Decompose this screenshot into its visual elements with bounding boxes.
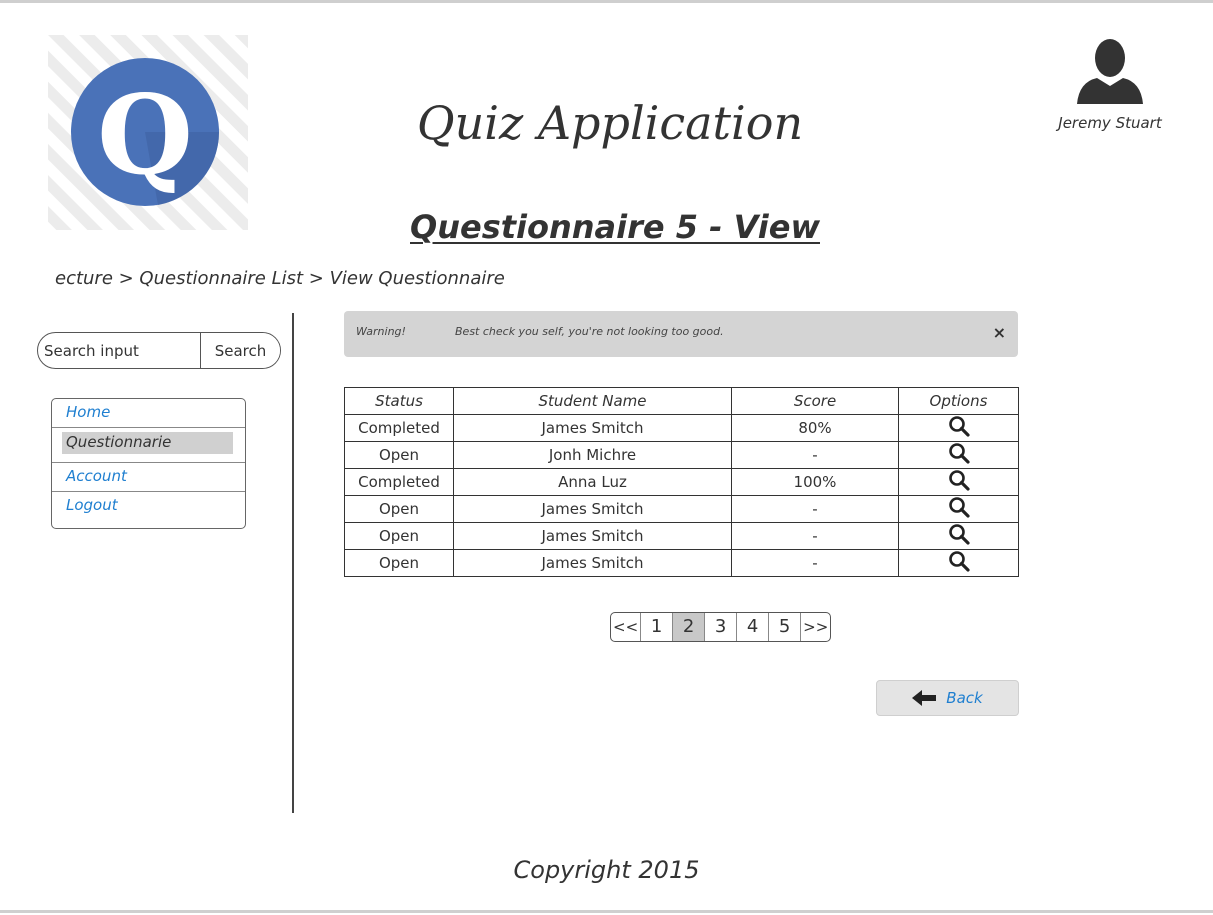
page-title: Questionnaire 5 - View	[410, 208, 820, 246]
search-icon[interactable]	[948, 415, 970, 441]
page-button-4[interactable]: 4	[737, 613, 770, 641]
cell-score: 80%	[731, 414, 899, 442]
cell-status: Completed	[344, 414, 454, 442]
nav-item-account[interactable]: Account	[52, 463, 245, 492]
cell-options	[898, 522, 1019, 550]
copyright: Copyright 2015	[513, 856, 700, 884]
page-button-5[interactable]: 5	[769, 613, 802, 641]
table-row: Completed James Smitch 80%	[344, 414, 1019, 442]
cell-student-name: James Smitch	[453, 414, 732, 442]
page-button-3[interactable]: 3	[705, 613, 738, 641]
app-logo: Q	[48, 35, 248, 230]
user-name: Jeremy Stuart	[1058, 114, 1162, 132]
pagination: << 1 2 3 4 5 >>	[610, 612, 832, 642]
header-status[interactable]: Status	[344, 387, 454, 415]
close-icon[interactable]: ×	[993, 323, 1006, 342]
results-table: Status Student Name Score Options Comple…	[344, 387, 1019, 577]
page-button-1[interactable]: 1	[641, 613, 674, 641]
table-row: Open James Smitch -	[344, 549, 1019, 577]
cell-status: Completed	[344, 468, 454, 496]
table-row: Open James Smitch -	[344, 522, 1019, 550]
nav-item-logout[interactable]: Logout	[52, 492, 245, 521]
cell-student-name: James Smitch	[453, 549, 732, 577]
page-first-button[interactable]: <<	[611, 613, 642, 641]
user-avatar-icon	[1077, 39, 1143, 104]
header-score[interactable]: Score	[731, 387, 899, 415]
breadcrumb[interactable]: ecture > Questionnaire List > View Quest…	[55, 268, 505, 289]
sidebar-nav: Home Questionnarie Account Logout	[51, 398, 246, 529]
cell-options	[898, 441, 1019, 469]
search-icon[interactable]	[948, 469, 970, 495]
cell-student-name: Jonh Michre	[453, 441, 732, 469]
logo-letter: Q	[97, 70, 193, 199]
cell-status: Open	[344, 441, 454, 469]
app-title: Quiz Application	[416, 96, 804, 150]
cell-options	[898, 414, 1019, 442]
top-border	[0, 0, 1213, 3]
back-button[interactable]: Back	[876, 680, 1019, 716]
cell-student-name: James Smitch	[453, 495, 732, 523]
search-icon[interactable]	[948, 523, 970, 549]
search-button[interactable]: Search	[200, 333, 280, 368]
cell-score: -	[731, 495, 899, 523]
header-options: Options	[898, 387, 1019, 415]
search-icon[interactable]	[948, 496, 970, 522]
header-student-name[interactable]: Student Name	[453, 387, 732, 415]
table-header-row: Status Student Name Score Options	[344, 387, 1019, 415]
cell-status: Open	[344, 522, 454, 550]
arrow-left-icon	[912, 690, 937, 706]
nav-item-questionnarie[interactable]: Questionnarie	[62, 432, 233, 454]
back-button-label: Back	[946, 689, 983, 707]
alert-label: Warning!	[356, 325, 406, 338]
nav-item-home[interactable]: Home	[52, 399, 245, 428]
search-input[interactable]	[38, 333, 200, 368]
page-last-button[interactable]: >>	[801, 613, 830, 641]
search-icon[interactable]	[948, 550, 970, 576]
logo-icon: Q	[48, 35, 248, 230]
cell-status: Open	[344, 495, 454, 523]
cell-options	[898, 549, 1019, 577]
bottom-border	[0, 910, 1213, 913]
search-box: Search	[37, 332, 281, 369]
table-row: Open James Smitch -	[344, 495, 1019, 523]
table-row: Completed Anna Luz 100%	[344, 468, 1019, 496]
cell-score: -	[731, 441, 899, 469]
cell-score: 100%	[731, 468, 899, 496]
cell-score: -	[731, 522, 899, 550]
table-row: Open Jonh Michre -	[344, 441, 1019, 469]
cell-student-name: James Smitch	[453, 522, 732, 550]
cell-status: Open	[344, 549, 454, 577]
cell-options	[898, 468, 1019, 496]
alert-message: Best check you self, you're not looking …	[455, 325, 724, 338]
warning-alert: Warning! Best check you self, you're not…	[344, 311, 1018, 357]
cell-score: -	[731, 549, 899, 577]
cell-options	[898, 495, 1019, 523]
page-button-2[interactable]: 2	[673, 613, 706, 641]
search-icon[interactable]	[948, 442, 970, 468]
vertical-divider	[292, 313, 294, 813]
cell-student-name: Anna Luz	[453, 468, 732, 496]
user-profile[interactable]: Jeremy Stuart	[1050, 38, 1170, 132]
